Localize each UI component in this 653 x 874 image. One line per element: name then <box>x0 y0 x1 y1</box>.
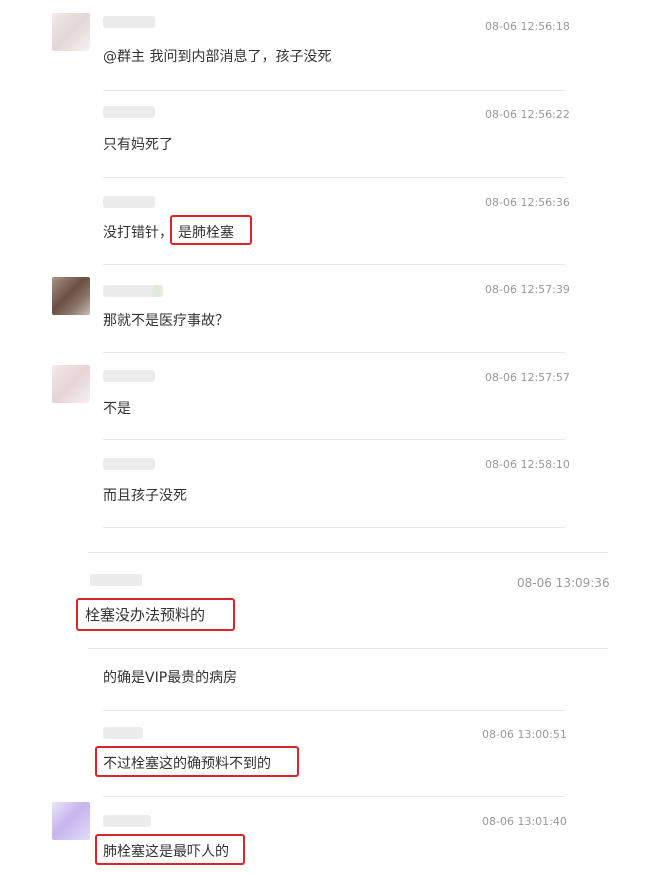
message-timestamp: 08-06 12:58:10 <box>485 458 570 471</box>
message-timestamp: 08-06 13:00:51 <box>482 728 567 741</box>
message-divider <box>88 648 608 649</box>
message-divider <box>103 796 565 797</box>
message-divider <box>103 439 565 440</box>
message-divider <box>103 710 565 711</box>
message-timestamp: 08-06 13:01:40 <box>482 815 567 828</box>
message-timestamp: 08-06 13:09:36 <box>517 576 610 590</box>
message-timestamp: 08-06 12:56:36 <box>485 196 570 209</box>
message-text: 那就不是医疗事故？ <box>103 313 229 329</box>
avatar <box>52 365 90 403</box>
message-text: 只有妈死了 <box>103 137 173 153</box>
message-divider <box>103 527 565 528</box>
sender-name <box>103 106 155 118</box>
message-divider <box>88 552 608 553</box>
avatar <box>52 802 90 840</box>
highlight-box <box>76 598 235 631</box>
highlight-box <box>95 746 299 777</box>
sender-name <box>103 815 151 827</box>
avatar <box>52 13 90 51</box>
sender-name <box>103 285 163 297</box>
message-timestamp: 08-06 12:57:57 <box>485 371 570 384</box>
message-timestamp: 08-06 12:57:39 <box>485 283 570 296</box>
message-text: 的确是VIP最贵的病房 <box>103 670 238 686</box>
highlight-box <box>95 834 245 865</box>
message-text: 不是 <box>103 401 131 417</box>
highlight-box <box>170 215 252 245</box>
sender-name <box>103 16 155 28</box>
message-text: @群主 我问到内部消息了，孩子没死 <box>103 49 332 65</box>
sender-name <box>103 196 155 208</box>
sender-name <box>103 727 143 739</box>
avatar <box>52 277 90 315</box>
message-text: 而且孩子没死 <box>103 488 187 504</box>
message-divider <box>103 177 565 178</box>
sender-name <box>90 574 142 586</box>
message-divider <box>103 352 565 353</box>
message-divider <box>103 264 565 265</box>
sender-name <box>103 458 155 470</box>
sender-name <box>103 370 155 382</box>
message-timestamp: 08-06 12:56:22 <box>485 108 570 121</box>
message-divider <box>103 90 565 91</box>
message-text: 没打错针， <box>103 225 173 241</box>
message-timestamp: 08-06 12:56:18 <box>485 20 570 33</box>
